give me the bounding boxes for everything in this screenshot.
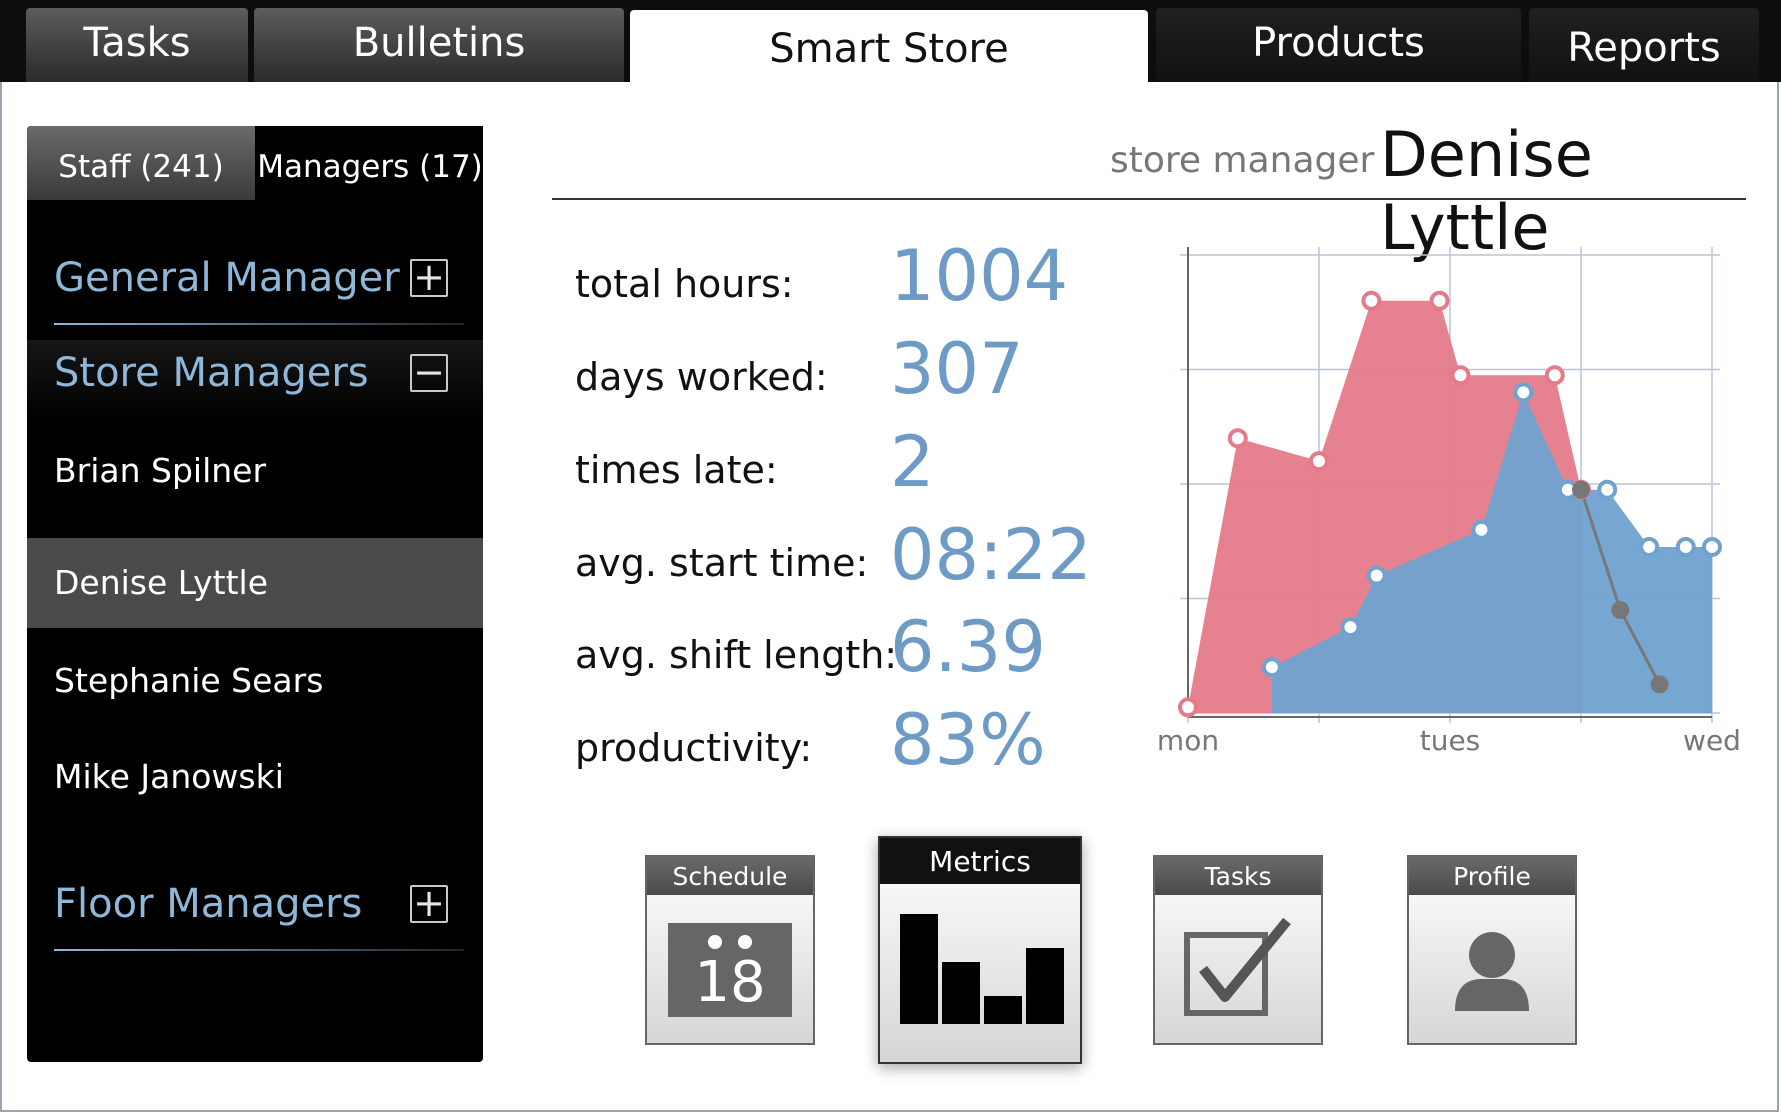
section-general-manager[interactable]: General Manager + bbox=[27, 245, 483, 325]
stat-value-days-worked: 307 bbox=[890, 328, 1024, 410]
subtab-staff[interactable]: Staff (241) bbox=[27, 126, 255, 200]
divider bbox=[54, 949, 464, 951]
list-item-brian-spilner[interactable]: Brian Spilner bbox=[27, 426, 483, 516]
data-point bbox=[1639, 536, 1660, 557]
stat-label-productivity: productivity: bbox=[575, 726, 813, 770]
card-label: Schedule bbox=[647, 857, 813, 895]
tab-reports[interactable]: Reports bbox=[1529, 8, 1759, 82]
data-point bbox=[1450, 365, 1471, 386]
section-label: Floor Managers bbox=[54, 881, 363, 927]
stat-label-total-hours: total hours: bbox=[575, 262, 794, 306]
list-item-mike-janowski[interactable]: Mike Janowski bbox=[27, 732, 483, 822]
data-point bbox=[1544, 365, 1565, 386]
data-point bbox=[1572, 480, 1590, 499]
data-point bbox=[1471, 519, 1492, 540]
stat-label-times-late: times late: bbox=[575, 448, 778, 492]
role-label: store manager bbox=[1110, 140, 1375, 181]
section-label: General Manager bbox=[54, 255, 400, 301]
calendar-day: 18 bbox=[694, 950, 766, 1015]
stat-value-times-late: 2 bbox=[890, 421, 935, 503]
calendar-icon: 18 bbox=[668, 923, 792, 1017]
card-label: Tasks bbox=[1155, 857, 1321, 895]
data-point bbox=[1178, 697, 1198, 718]
expand-icon[interactable]: + bbox=[410, 884, 448, 923]
bar-chart-icon bbox=[900, 914, 1064, 1024]
section-store-managers[interactable]: Store Managers − bbox=[27, 340, 483, 420]
data-point bbox=[1675, 536, 1696, 557]
x-tick-label: tues bbox=[1420, 724, 1481, 757]
divider bbox=[54, 323, 464, 325]
stat-value-productivity: 83% bbox=[890, 699, 1046, 781]
x-tick-label: mon bbox=[1157, 724, 1219, 757]
person-icon bbox=[1455, 932, 1529, 1011]
data-point bbox=[1650, 675, 1669, 694]
schedule-button[interactable]: Schedule 18 bbox=[645, 855, 815, 1045]
data-point bbox=[1309, 451, 1329, 472]
stat-value-avg-shift: 6.39 bbox=[890, 606, 1046, 688]
top-tab-bar: Tasks Bulletins Smart Store Products Rep… bbox=[0, 0, 1781, 82]
stat-label-days-worked: days worked: bbox=[575, 355, 828, 399]
data-point bbox=[1340, 617, 1361, 638]
expand-icon[interactable]: + bbox=[410, 258, 448, 297]
tab-products[interactable]: Products bbox=[1156, 8, 1521, 82]
section-label: Store Managers bbox=[54, 350, 369, 396]
list-item-denise-lyttle[interactable]: Denise Lyttle bbox=[27, 538, 483, 628]
data-point bbox=[1227, 428, 1248, 449]
stat-label-avg-start: avg. start time: bbox=[575, 541, 869, 585]
subtab-managers[interactable]: Managers (17) bbox=[257, 126, 483, 200]
card-label: Metrics bbox=[880, 838, 1080, 884]
checkbox-icon bbox=[1184, 917, 1291, 1016]
data-point bbox=[1597, 479, 1618, 500]
stat-label-avg-shift: avg. shift length: bbox=[575, 633, 898, 677]
card-label: Profile bbox=[1409, 857, 1575, 895]
list-item-stephanie-sears[interactable]: Stephanie Sears bbox=[27, 636, 483, 726]
header-divider bbox=[552, 198, 1746, 200]
data-point bbox=[1261, 657, 1282, 678]
data-point bbox=[1366, 565, 1387, 586]
tab-tasks[interactable]: Tasks bbox=[26, 8, 248, 82]
sidebar: Staff (241) Managers (17) General Manage… bbox=[27, 126, 483, 1062]
tab-smart-store[interactable]: Smart Store bbox=[630, 10, 1148, 82]
stat-value-avg-start: 08:22 bbox=[890, 514, 1092, 596]
data-point bbox=[1611, 600, 1630, 619]
data-point bbox=[1361, 290, 1382, 311]
section-floor-managers[interactable]: Floor Managers + bbox=[27, 871, 483, 951]
profile-button[interactable]: Profile bbox=[1407, 855, 1577, 1045]
tasks-button[interactable]: Tasks bbox=[1153, 855, 1323, 1045]
hours-chart: mon tues wed bbox=[1157, 247, 1741, 757]
data-point bbox=[1702, 536, 1722, 557]
tab-bulletins[interactable]: Bulletins bbox=[254, 8, 624, 82]
metrics-button[interactable]: Metrics bbox=[878, 836, 1082, 1064]
collapse-icon[interactable]: − bbox=[410, 353, 448, 392]
stat-value-total-hours: 1004 bbox=[890, 235, 1069, 317]
data-point bbox=[1429, 290, 1450, 311]
data-point bbox=[1513, 382, 1534, 403]
x-tick-label: wed bbox=[1683, 724, 1741, 757]
